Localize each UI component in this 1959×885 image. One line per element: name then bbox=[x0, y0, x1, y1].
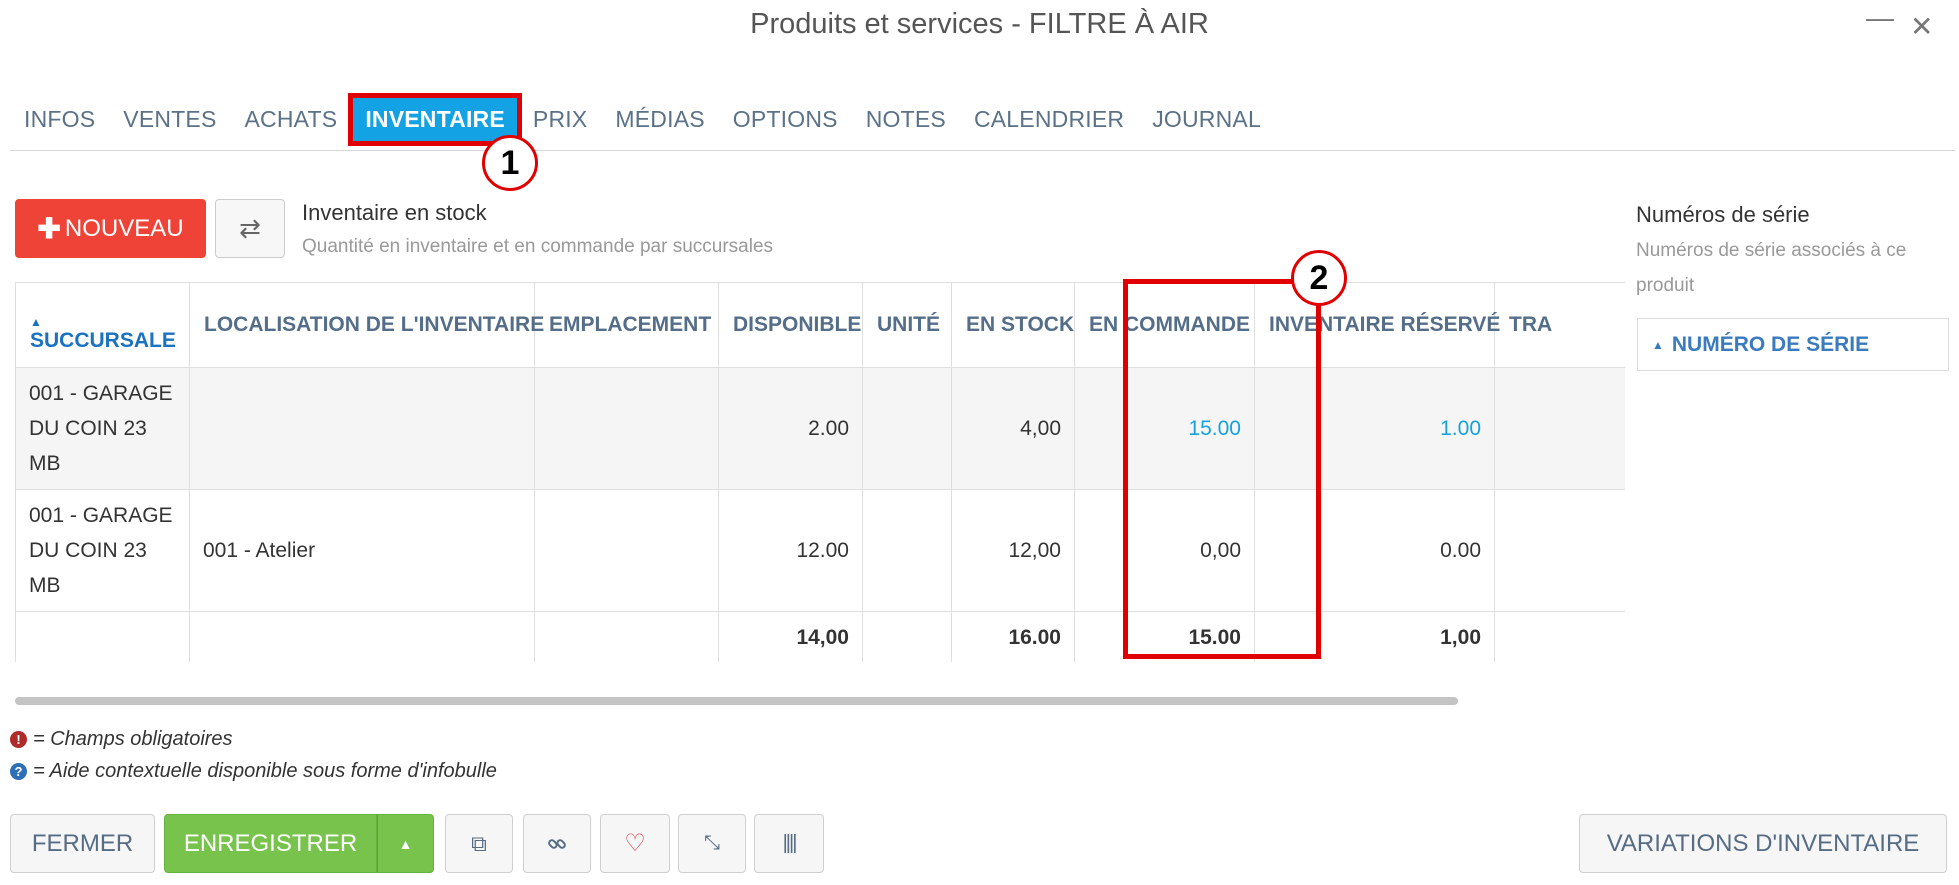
annotation-badge-1: 1 bbox=[482, 135, 538, 191]
serial-title: Numéros de série bbox=[1636, 202, 1810, 227]
link-icon-svg bbox=[548, 838, 566, 849]
total-localisation bbox=[189, 611, 535, 662]
cell-disponible: 12.00 bbox=[718, 489, 863, 612]
new-button[interactable]: ✚ NOUVEAU bbox=[15, 199, 206, 258]
tab-calendrier[interactable]: CALENDRIER bbox=[962, 98, 1136, 141]
legend-required: ! = Champs obligatoires bbox=[10, 728, 233, 751]
col-unite[interactable]: UNITÉ bbox=[862, 282, 952, 368]
total-emplacement bbox=[534, 611, 719, 662]
col-succursale[interactable]: ▲ SUCCURSALE bbox=[15, 282, 190, 368]
cell-en-stock: 12,00 bbox=[951, 489, 1075, 612]
total-unite bbox=[862, 611, 952, 662]
col-en-stock[interactable]: EN STOCK bbox=[951, 282, 1075, 368]
window-title: Produits et services - FILTRE À AIR bbox=[750, 8, 1209, 40]
link-icon[interactable] bbox=[523, 814, 591, 873]
col-tra[interactable]: TRA bbox=[1494, 282, 1625, 368]
barcode-icon[interactable]: |||| bbox=[754, 814, 824, 873]
cell-unite bbox=[862, 367, 952, 490]
cell-localisation bbox=[189, 367, 535, 490]
tab-medias[interactable]: MÉDIAS bbox=[603, 98, 716, 141]
tab-prix[interactable]: PRIX bbox=[521, 98, 599, 141]
col-emplacement[interactable]: EMPLACEMENT bbox=[534, 282, 719, 368]
serial-column-label: NUMÉRO DE SÉRIE bbox=[1671, 332, 1870, 356]
totals-row: 14,00 16.00 15.00 1,00 bbox=[15, 611, 1625, 662]
col-disponible[interactable]: DISPONIBLE bbox=[718, 282, 863, 368]
col-localisation[interactable]: LOCALISATION DE L'INVENTAIRE bbox=[189, 282, 544, 368]
section-title: Inventaire en stock bbox=[302, 200, 487, 225]
save-dropdown-button[interactable]: ▲ bbox=[377, 814, 434, 873]
cell-en-stock: 4,00 bbox=[951, 367, 1075, 490]
inventory-table: ▲ SUCCURSALE LOCALISATION DE L'INVENTAIR… bbox=[15, 282, 1625, 662]
cell-localisation: 001 - Atelier bbox=[189, 489, 535, 612]
section-subtitle: Quantité en inventaire et en commande pa… bbox=[302, 236, 774, 257]
save-button[interactable]: ENREGISTRER bbox=[164, 814, 377, 873]
cell-tra bbox=[1494, 367, 1625, 490]
total-succursale bbox=[15, 611, 190, 662]
sort-up-icon: ▲ bbox=[30, 315, 42, 329]
help-icon: ? bbox=[10, 763, 27, 780]
cell-tra bbox=[1494, 489, 1625, 612]
tab-ventes[interactable]: VENTES bbox=[111, 98, 228, 141]
plus-icon: ✚ bbox=[37, 213, 61, 244]
serial-subtitle: Numéros de série associés à ce produit bbox=[1636, 240, 1907, 296]
new-button-label: NOUVEAU bbox=[64, 214, 184, 242]
tab-inventaire[interactable]: INVENTAIRE bbox=[348, 93, 522, 146]
horizontal-scrollbar[interactable] bbox=[15, 697, 1458, 705]
total-disponible: 14,00 bbox=[718, 611, 863, 662]
inventory-variations-button[interactable]: VARIATIONS D'INVENTAIRE bbox=[1579, 814, 1947, 873]
swap-arrows-icon[interactable]: ⇄ bbox=[215, 199, 285, 258]
tab-bar: INFOS VENTES ACHATS INVENTAIRE PRIX MÉDI… bbox=[12, 93, 1277, 146]
cell-unite bbox=[862, 489, 952, 612]
tab-achats[interactable]: ACHATS bbox=[233, 98, 350, 141]
cell-emplacement bbox=[534, 367, 719, 490]
close-icon[interactable]: ✕ bbox=[1910, 10, 1933, 43]
collapse-icon[interactable]: ⤡ bbox=[678, 814, 746, 873]
tab-notes[interactable]: NOTES bbox=[854, 98, 958, 141]
cell-emplacement bbox=[534, 489, 719, 612]
highlight-en-commande-column bbox=[1123, 279, 1321, 659]
table-row[interactable]: 001 - GARAGE DU COIN 23 MB 2.00 4,00 15.… bbox=[15, 367, 1625, 490]
table-row[interactable]: 001 - GARAGE DU COIN 23 MB 001 - Atelier… bbox=[15, 489, 1625, 612]
tab-infos[interactable]: INFOS bbox=[12, 98, 107, 141]
table-header-row: ▲ SUCCURSALE LOCALISATION DE L'INVENTAIR… bbox=[15, 282, 1625, 368]
cell-succursale: 001 - GARAGE DU COIN 23 MB bbox=[15, 367, 190, 490]
tabs-divider bbox=[10, 150, 1955, 151]
legend-help-text: = Aide contextuelle disponible sous form… bbox=[33, 760, 497, 782]
copy-icon[interactable]: ⧉ bbox=[445, 814, 513, 873]
tab-options[interactable]: OPTIONS bbox=[721, 98, 850, 141]
close-button[interactable]: FERMER bbox=[10, 814, 155, 873]
legend-required-text: = Champs obligatoires bbox=[33, 728, 233, 750]
total-en-stock: 16.00 bbox=[951, 611, 1075, 662]
legend-help: ? = Aide contextuelle disponible sous fo… bbox=[10, 760, 497, 783]
minimize-icon[interactable]: — bbox=[1866, 2, 1894, 34]
tab-journal[interactable]: JOURNAL bbox=[1140, 98, 1273, 141]
cell-disponible: 2.00 bbox=[718, 367, 863, 490]
serial-column-header[interactable]: ▲ NUMÉRO DE SÉRIE bbox=[1637, 318, 1949, 371]
total-tra bbox=[1494, 611, 1625, 662]
heart-icon[interactable]: ♡ bbox=[600, 814, 670, 873]
required-icon: ! bbox=[10, 731, 27, 748]
sort-up-icon: ▲ bbox=[1652, 337, 1664, 352]
annotation-badge-2: 2 bbox=[1291, 250, 1347, 306]
cell-succursale: 001 - GARAGE DU COIN 23 MB bbox=[15, 489, 190, 612]
